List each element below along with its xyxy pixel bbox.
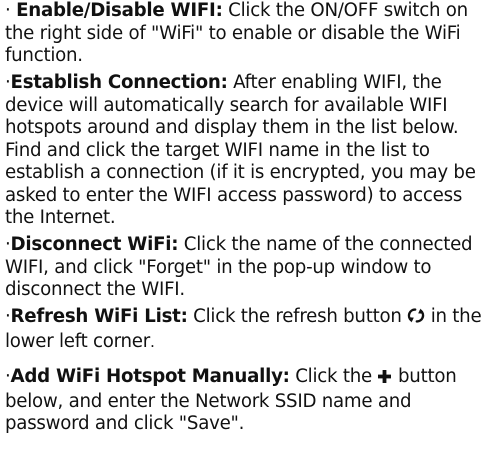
refresh-icon — [407, 307, 425, 331]
instruction-text-end: . — [149, 332, 155, 351]
instruction-heading: Enable/Disable WIFI: — [16, 0, 223, 21]
instruction-refresh-wifi-list: ·Refresh WiFi List: Click the refresh bu… — [5, 306, 490, 353]
instruction-disconnect-wifi: ·Disconnect WiFi: Click the name of the … — [5, 234, 490, 302]
instruction-establish-connection: ·Establish Connection: After enabling WI… — [5, 72, 490, 230]
instruction-text: Click the — [289, 366, 378, 387]
bullet: · — [5, 0, 17, 21]
instruction-heading: Refresh WiFi List: — [10, 306, 188, 327]
instruction-heading: Add WiFi Hotspot Manually: — [10, 366, 290, 387]
instruction-text: Click the refresh button — [187, 306, 408, 327]
instruction-heading: Establish Connection: — [10, 72, 228, 93]
plus-icon — [377, 368, 392, 391]
instruction-enable-disable-wifi: · Enable/Disable WIFI: Click the ON/OFF … — [5, 0, 490, 68]
instruction-heading: Disconnect WiFi: — [10, 234, 179, 255]
instruction-add-wifi-hotspot: ·Add WiFi Hotspot Manually: Click the bu… — [5, 366, 490, 436]
instruction-document: · Enable/Disable WIFI: Click the ON/OFF … — [0, 0, 494, 436]
instruction-text: After enabling WIFI, the device will aut… — [5, 72, 476, 228]
